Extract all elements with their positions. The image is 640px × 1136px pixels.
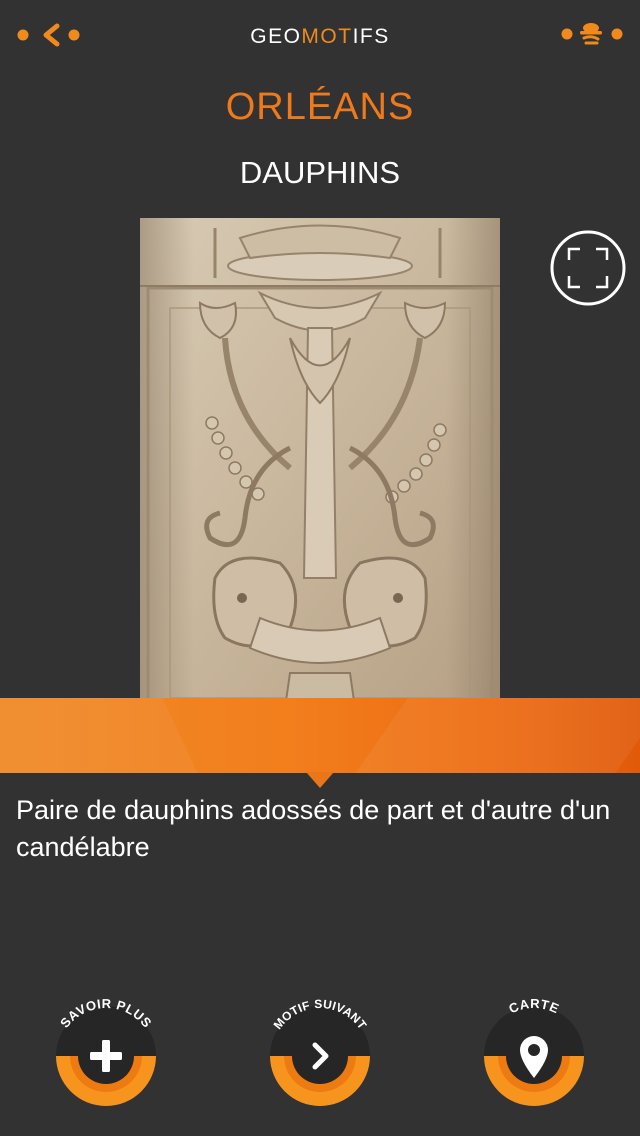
motif-suivant-button[interactable]: MOTIF SUIVANT bbox=[260, 997, 380, 1118]
banner-facet bbox=[0, 698, 198, 773]
motif-suivant-badge: MOTIF SUIVANT bbox=[270, 997, 370, 1106]
motif-title: DAUPHINS bbox=[239, 155, 401, 190]
explorer-hat-icon bbox=[561, 23, 623, 45]
motif-photo[interactable] bbox=[140, 218, 500, 708]
motif-description: Paire de dauphins adossés de part et d'a… bbox=[16, 795, 611, 862]
brand-part2: MOT bbox=[301, 25, 353, 48]
app-logo: GEOMOTIFS bbox=[0, 25, 640, 49]
banner-pointer bbox=[306, 772, 334, 788]
carte-button[interactable]: CARTE bbox=[474, 996, 594, 1118]
savoir-plus-badge: SAVOIR PLUS bbox=[56, 996, 156, 1106]
profile-button[interactable] bbox=[558, 20, 626, 48]
brand-part3: IFS bbox=[352, 25, 390, 48]
top-bar: GEOMOTIFS bbox=[0, 0, 640, 70]
carte-badge: CARTE bbox=[484, 996, 584, 1106]
fullscreen-icon bbox=[550, 230, 626, 306]
fullscreen-button[interactable] bbox=[549, 229, 627, 307]
savoir-plus-button[interactable]: SAVOIR PLUS bbox=[46, 996, 166, 1118]
city-title: ORLÉANS bbox=[225, 86, 415, 128]
carved-dolphins-image bbox=[140, 218, 500, 708]
banner-facet bbox=[337, 698, 640, 773]
orange-banner bbox=[0, 698, 640, 773]
brand-part1: GEO bbox=[250, 25, 302, 48]
